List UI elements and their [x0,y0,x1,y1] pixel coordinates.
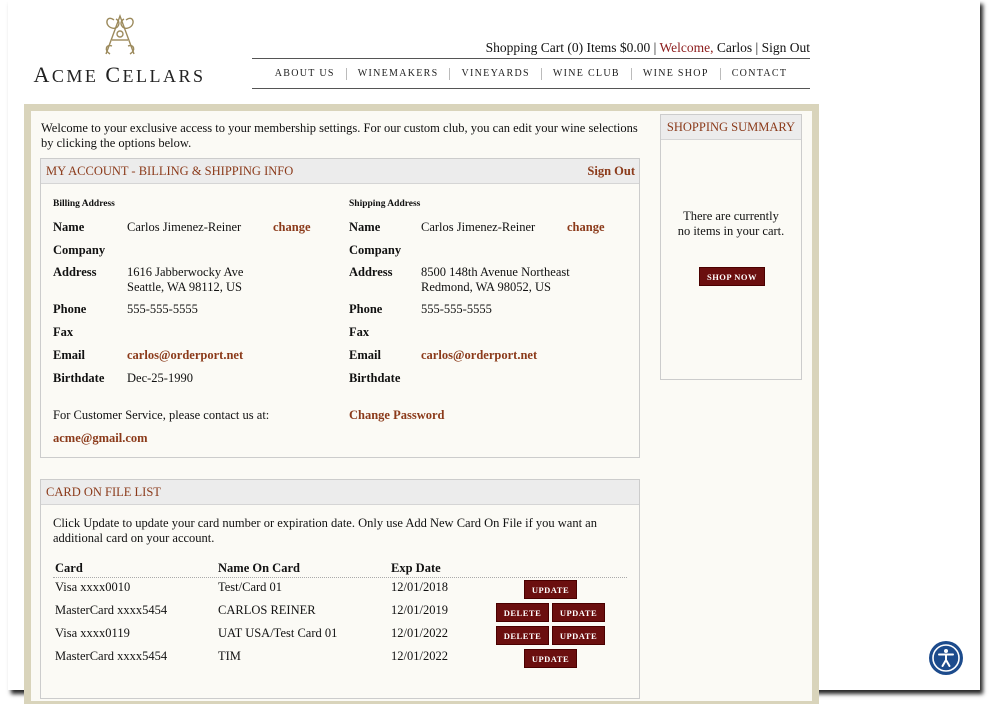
account-panel-title: MY ACCOUNT - BILLING & SHIPPING INFO [46,164,294,178]
billing-heading: Billing Address [53,199,115,209]
user-name: Carlos [716,40,753,55]
empty-cart-line2: no items in your cart. [677,224,785,238]
shipping-phone-label: Phone [349,302,383,316]
card-number: MasterCard xxxx5454 [55,603,168,617]
update-card-button[interactable]: UPDATE [552,626,605,645]
card-exp: 12/01/2018 [391,580,448,594]
shipping-address-label: Address [349,265,393,279]
card-exp: 12/01/2022 [391,626,448,640]
col-exp-header: Exp Date [391,561,441,575]
accessibility-icon[interactable] [928,640,964,676]
nav-vineyards[interactable]: VINEYARDS [449,67,540,80]
customer-service-text: For Customer Service, please contact us … [53,408,270,422]
billing-email-link[interactable]: carlos@orderport.net [127,348,243,363]
delete-card-button[interactable]: DELETE [496,626,549,645]
billing-name-label: Name [53,220,85,234]
empty-cart-message: There are currently no items in your car… [661,209,801,239]
billing-phone-label: Phone [53,302,87,316]
shipping-birthdate-label: Birthdate [349,371,401,385]
nav-contact[interactable]: CONTACT [719,67,799,80]
shopping-cart-link[interactable]: Shopping Cart (0) Items $0.00 [486,40,651,55]
site-logo[interactable]: ACME CELLARS [32,10,207,87]
main-nav: ABOUT US WINEMAKERS VINEYARDS WINE CLUB … [252,58,810,89]
sign-out-link[interactable]: Sign Out [762,40,810,55]
card-name: Test/Card 01 [218,580,283,594]
billing-birthdate-label: Birthdate [53,371,105,385]
shipping-company-label: Company [349,243,402,257]
card-exp: 12/01/2019 [391,603,448,617]
card-exp: 12/01/2022 [391,649,448,663]
shop-now-button[interactable]: SHOP NOW [699,267,765,286]
nav-about-us[interactable]: ABOUT US [264,68,346,80]
billing-phone: 555-555-5555 [127,302,198,316]
card-instructions: Click Update to update your card number … [53,516,597,545]
summary-title: SHOPPING SUMMARY [666,120,796,134]
shipping-name: Carlos Jimenez-Reiner [421,220,536,234]
update-card-button[interactable]: UPDATE [552,603,605,622]
shipping-name-label: Name [349,220,381,234]
card-name: UAT USA/Test Card 01 [218,626,338,640]
shipping-phone: 555-555-5555 [421,302,492,316]
shipping-email-label: Email [349,348,381,362]
card-number: MasterCard xxxx5454 [55,649,168,663]
delete-card-button[interactable]: DELETE [496,603,549,622]
top-utility-bar: Shopping Cart (0) Items $0.00 | Welcome,… [252,40,810,56]
change-password-link[interactable]: Change Password [349,408,445,423]
billing-change-link[interactable]: change [273,220,311,235]
card-panel-title: CARD ON FILE LIST [46,485,161,499]
billing-company-label: Company [53,243,106,257]
update-card-button[interactable]: UPDATE [524,649,577,668]
update-card-button[interactable]: UPDATE [524,580,577,599]
welcome-label: Welcome, [659,40,714,55]
nav-wine-club[interactable]: WINE CLUB [540,67,631,80]
account-sign-out-link[interactable]: Sign Out [587,159,635,183]
shipping-heading: Shipping Address [349,199,421,209]
billing-address-line1: 1616 Jabberwocky Ave [127,265,244,279]
card-name: TIM [218,649,241,663]
billing-address-label: Address [53,265,97,279]
table-header-divider [53,577,627,578]
billing-name: Carlos Jimenez-Reiner [127,220,242,234]
account-panel-header: MY ACCOUNT - BILLING & SHIPPING INFO Sig… [41,159,639,184]
intro-text: Welcome to your exclusive access to your… [41,121,638,150]
col-name-header: Name On Card [218,561,300,575]
customer-service-email-link[interactable]: acme@gmail.com [53,431,148,446]
separator: | [653,40,657,55]
billing-fax-label: Fax [53,325,74,339]
logo-wordmark: ACME CELLARS [33,62,206,87]
shipping-address-line1: 8500 148th Avenue Northeast [421,265,570,279]
nav-winemakers[interactable]: WINEMAKERS [345,67,450,80]
col-card-header: Card [55,561,83,575]
card-name: CARLOS REINER [218,603,316,617]
empty-cart-line1: There are currently [683,209,779,223]
shipping-email-link[interactable]: carlos@orderport.net [421,348,537,363]
shipping-change-link[interactable]: change [567,220,605,235]
billing-address-line2: Seattle, WA 98112, US [127,280,242,294]
nav-wine-shop[interactable]: WINE SHOP [630,67,720,80]
billing-email-label: Email [53,348,85,362]
card-number: Visa xxxx0010 [55,580,131,594]
card-panel-header: CARD ON FILE LIST [41,480,639,505]
separator: | [755,40,759,55]
shopping-summary-panel: SHOPPING SUMMARY There are currently no … [660,114,802,380]
shipping-address-line2: Redmond, WA 98052, US [421,280,551,294]
billing-birthdate: Dec-25-1990 [127,371,193,385]
card-number: Visa xxxx0119 [55,626,130,640]
summary-header: SHOPPING SUMMARY [661,115,801,140]
shipping-fax-label: Fax [349,325,370,339]
acme-monogram-logo [104,13,135,55]
